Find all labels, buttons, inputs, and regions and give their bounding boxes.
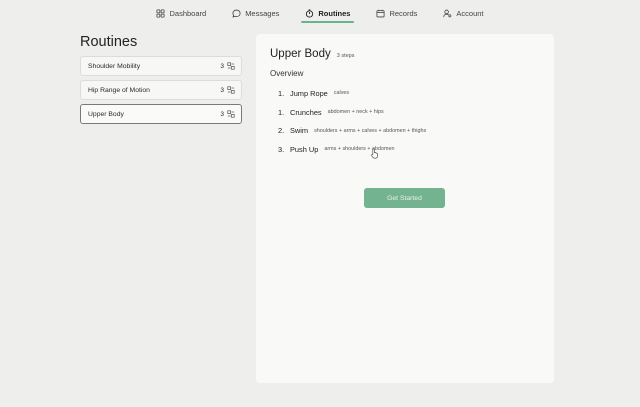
- routine-detail-card: Upper Body 3 steps Overview 1. Jump Rope…: [256, 34, 554, 383]
- nav-messages-label: Messages: [245, 8, 280, 18]
- overview-label: Overview: [270, 69, 304, 78]
- routine-item-label: Shoulder Mobility: [88, 62, 141, 70]
- nav-messages[interactable]: Messages: [230, 0, 281, 26]
- calendar-icon: [376, 9, 385, 17]
- routine-item-hip-range-of-motion[interactable]: Hip Range of Motion 3: [80, 80, 242, 100]
- get-started-button[interactable]: Get Started: [364, 188, 445, 208]
- nav-dashboard[interactable]: Dashboard: [154, 0, 208, 26]
- routine-step-count: 3: [220, 110, 235, 118]
- step-muscle-tags: arms + shoulders + abdomen: [324, 146, 395, 153]
- steps-icon: [227, 110, 235, 118]
- steps-icon: [227, 86, 235, 94]
- nav-account[interactable]: Account: [441, 0, 485, 26]
- step-item: 3. Push Up arms + shoulders + abdomen: [278, 140, 548, 159]
- routine-step-count: 3: [220, 62, 235, 70]
- top-navigation: Dashboard Messages Routines Records Acco…: [0, 0, 640, 26]
- step-name: Swim: [290, 126, 309, 136]
- step-number: 2.: [278, 126, 285, 136]
- page-title: Routines: [80, 34, 138, 50]
- step-item: 1. Crunches abdomen + neck + hips: [278, 103, 548, 122]
- nav-records-label: Records: [389, 8, 418, 18]
- routine-list: Shoulder Mobility 3 Hip Range of Motion …: [80, 56, 242, 128]
- detail-steps-count: 3 steps: [336, 53, 355, 59]
- step-number: 3.: [278, 144, 285, 154]
- nav-routines[interactable]: Routines: [301, 0, 355, 26]
- routine-item-label: Hip Range of Motion: [88, 86, 150, 94]
- nav-routines-label: Routines: [318, 8, 351, 18]
- step-name: Push Up: [290, 144, 319, 154]
- step-muscle-tags: shoulders + arms + calves + abdomen + th…: [314, 127, 427, 134]
- nav-records[interactable]: Records: [374, 0, 419, 26]
- routine-step-count: 3: [220, 86, 235, 94]
- timer-icon: [306, 8, 314, 18]
- hand-cursor-icon: [371, 148, 378, 159]
- routine-item-shoulder-mobility[interactable]: Shoulder Mobility 3: [80, 56, 242, 76]
- step-number: 1.: [278, 88, 285, 98]
- step-muscle-tags: calves: [333, 90, 350, 97]
- routine-item-label: Upper Body: [88, 110, 124, 118]
- step-number: 1.: [278, 107, 285, 117]
- nav-dashboard-label: Dashboard: [169, 8, 207, 18]
- step-name: Jump Rope: [290, 88, 328, 98]
- step-item: 1. Jump Rope calves: [278, 84, 548, 103]
- step-name: Crunches: [290, 107, 322, 117]
- step-item: 2. Swim shoulders + arms + calves + abdo…: [278, 121, 548, 140]
- chat-bubble-icon: [232, 9, 241, 18]
- steps-icon: [227, 62, 235, 70]
- nav-account-label: Account: [456, 8, 484, 18]
- detail-header: Upper Body 3 steps: [270, 48, 354, 60]
- user-settings-icon: [443, 9, 452, 17]
- routine-item-upper-body[interactable]: Upper Body 3: [80, 104, 242, 124]
- grid-icon: [156, 8, 165, 18]
- step-muscle-tags: abdomen + neck + hips: [327, 109, 384, 116]
- detail-title: Upper Body: [270, 48, 331, 60]
- step-list: 1. Jump Rope calves 1. Crunches abdomen …: [278, 84, 548, 159]
